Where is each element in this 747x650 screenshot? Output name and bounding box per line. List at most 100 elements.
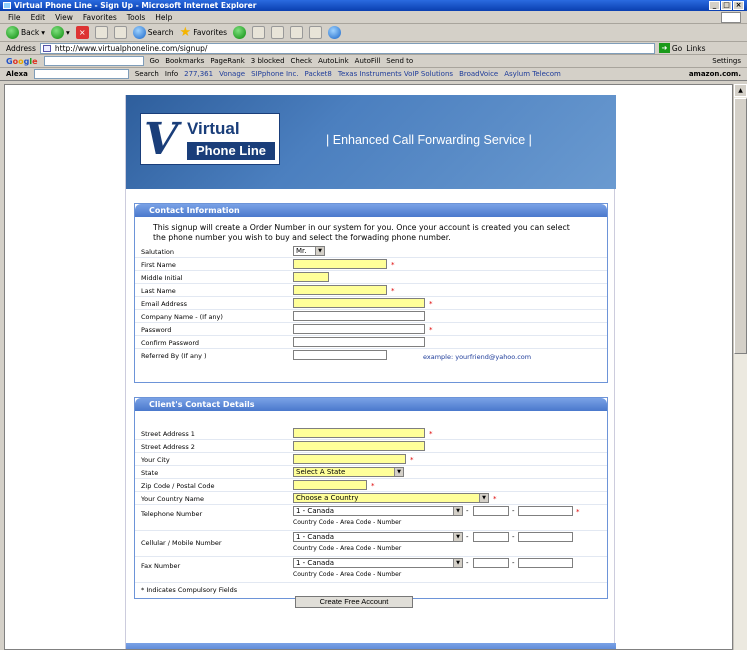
forward-button[interactable]: ▾ <box>50 26 70 39</box>
required-marker: * <box>429 326 433 334</box>
favorites-button[interactable]: ★ Favorites <box>180 26 228 39</box>
middle-initial-input[interactable] <box>293 272 329 282</box>
chevron-down-icon: ▼ <box>453 559 462 567</box>
chevron-down-icon: ▼ <box>394 468 403 476</box>
password-input[interactable] <box>293 324 425 334</box>
create-free-account-button[interactable]: Create Free Account <box>295 596 413 608</box>
menu-help[interactable]: Help <box>155 13 172 22</box>
media-icon[interactable] <box>233 26 247 39</box>
refresh-icon[interactable] <box>94 26 108 39</box>
google-search-input[interactable] <box>43 56 144 66</box>
salutation-select[interactable]: Mr. ▼ <box>293 246 325 256</box>
site-tagline: | Enhanced Call Forwarding Service | <box>326 133 532 147</box>
related-link-sipphone[interactable]: SIPphone Inc. <box>251 70 298 78</box>
autolink-button[interactable]: AutoLink <box>318 57 349 65</box>
client-section-title: Client's Contact Details <box>135 398 607 411</box>
close-button[interactable]: × <box>733 1 744 10</box>
required-marker: * <box>371 482 375 490</box>
go-button[interactable]: ➜ Go <box>658 43 682 53</box>
street2-input[interactable] <box>293 441 425 451</box>
site-header: V Virtual Phone Line | Enhanced Call For… <box>126 95 616 189</box>
alexa-rank[interactable]: 277,361 <box>184 70 213 78</box>
menu-bar: File Edit View Favorites Tools Help <box>0 11 747 24</box>
city-row: Your City * <box>135 453 607 466</box>
state-select[interactable]: Select A State ▼ <box>293 467 404 477</box>
search-button[interactable]: Search <box>132 26 174 39</box>
client-contact-panel: Client's Contact Details Street Address … <box>134 397 608 608</box>
menu-view[interactable]: View <box>55 13 73 22</box>
google-bookmarks-button[interactable]: Bookmarks <box>165 57 204 65</box>
email-row: Email Address * <box>135 297 607 310</box>
cellular-country-select[interactable]: 1 - Canada ▼ <box>293 532 463 542</box>
send-to-button[interactable]: Send to <box>386 57 413 65</box>
vertical-scrollbar[interactable]: ▲ <box>733 84 747 650</box>
cellular-area-code-input[interactable] <box>473 532 509 542</box>
first-name-input[interactable] <box>293 259 387 269</box>
site-logo[interactable]: V Virtual Phone Line <box>140 113 280 165</box>
amazon-button[interactable]: amazon.com. <box>689 70 741 78</box>
menu-file[interactable]: File <box>8 13 21 22</box>
state-row: State Select A State ▼ <box>135 466 607 479</box>
alexa-search-button[interactable]: Search <box>135 70 159 78</box>
autofill-button[interactable]: AutoFill <box>355 57 381 65</box>
confirm-password-input[interactable] <box>293 337 425 347</box>
print-icon[interactable] <box>271 26 285 39</box>
back-button[interactable]: Back ▾ <box>6 26 45 39</box>
page-footer-bar <box>126 643 616 649</box>
address-input[interactable]: http://www.virtualphoneline.com/signup/ <box>39 42 655 54</box>
mail-icon[interactable] <box>252 26 266 39</box>
google-logo[interactable]: Google <box>6 57 38 66</box>
related-link-asylum-telecom[interactable]: Asylum Telecom <box>504 70 561 78</box>
google-go-button[interactable]: Go <box>150 57 160 65</box>
referred-by-input[interactable] <box>293 350 387 360</box>
fax-number-input[interactable] <box>518 558 573 568</box>
company-input[interactable] <box>293 311 425 321</box>
chevron-down-icon: ▼ <box>479 494 488 502</box>
go-arrow-icon: ➜ <box>658 43 670 53</box>
menu-tools[interactable]: Tools <box>127 13 145 22</box>
alexa-search-input[interactable] <box>33 69 129 79</box>
maximize-button[interactable]: □ <box>721 1 732 10</box>
fax-area-code-input[interactable] <box>473 558 509 568</box>
chevron-down-icon: ▼ <box>453 507 462 515</box>
telephone-area-code-input[interactable] <box>473 506 509 516</box>
cellular-number-input[interactable] <box>518 532 573 542</box>
window-controls: _ □ × <box>709 1 744 10</box>
related-link-vonage[interactable]: Vonage <box>219 70 245 78</box>
star-icon: ★ <box>179 25 192 40</box>
related-link-broadvoice[interactable]: BroadVoice <box>459 70 498 78</box>
alexa-info-button[interactable]: Info <box>165 70 178 78</box>
menu-edit[interactable]: Edit <box>31 13 46 22</box>
scroll-up-icon[interactable]: ▲ <box>734 84 747 97</box>
minimize-button[interactable]: _ <box>709 1 720 10</box>
related-link-texas-instruments[interactable]: Texas Instruments VoIP Solutions <box>338 70 453 78</box>
related-link-packet8[interactable]: Packet8 <box>305 70 332 78</box>
email-input[interactable] <box>293 298 425 308</box>
google-settings-button[interactable]: Settings <box>712 57 741 65</box>
search-icon <box>132 26 146 39</box>
spell-check-button[interactable]: Check <box>291 57 313 65</box>
messenger-icon[interactable] <box>328 26 342 39</box>
zip-input[interactable] <box>293 480 367 490</box>
pagerank-indicator[interactable]: PageRank <box>210 57 244 65</box>
fax-country-select[interactable]: 1 - Canada ▼ <box>293 558 463 568</box>
home-icon[interactable] <box>113 26 127 39</box>
last-name-input[interactable] <box>293 285 387 295</box>
edit-icon[interactable] <box>290 26 304 39</box>
telephone-country-select[interactable]: 1 - Canada ▼ <box>293 506 463 516</box>
popup-blocked-count[interactable]: 3 blocked <box>251 57 285 65</box>
required-marker: * <box>429 430 433 438</box>
alexa-logo[interactable]: Alexa <box>6 70 28 78</box>
links-button[interactable]: Links <box>686 44 705 53</box>
folder-icon[interactable] <box>309 26 323 39</box>
city-input[interactable] <box>293 454 406 464</box>
street1-input[interactable] <box>293 428 425 438</box>
stop-icon[interactable]: × <box>75 26 89 39</box>
telephone-number-input[interactable] <box>518 506 573 516</box>
address-bar: Address http://www.virtualphoneline.com/… <box>0 42 747 55</box>
scrollbar-thumb[interactable] <box>734 98 747 354</box>
first-name-row: First Name * <box>135 258 607 271</box>
country-select[interactable]: Choose a Country ▼ <box>293 493 489 503</box>
phone-format-hint: Country Code - Area Code - Number <box>293 545 402 552</box>
menu-favorites[interactable]: Favorites <box>83 13 117 22</box>
